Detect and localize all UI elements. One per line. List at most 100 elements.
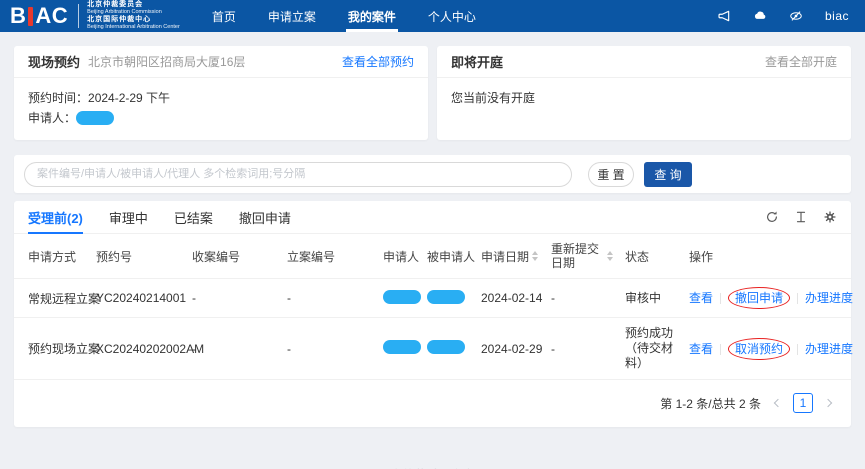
action-progress-link[interactable]: 办理进度 [805, 342, 853, 356]
top-bar-right: biac [717, 0, 865, 32]
nav-item-apply-filing[interactable]: 申请立案 [266, 0, 318, 32]
next-page-icon[interactable] [821, 395, 837, 411]
sort-icon-resubmit-date[interactable] [607, 251, 613, 261]
reservation-applicant-line: 申请人： [28, 108, 414, 128]
hearing-card-head: 即将开庭 查看全部开庭 [437, 46, 851, 78]
tab-pre-acceptance[interactable]: 受理前(2) [28, 201, 83, 233]
upcoming-hearing-card: 即将开庭 查看全部开庭 您当前没有开庭 [437, 46, 851, 140]
megaphone-icon[interactable] [717, 9, 731, 23]
action-divider [720, 344, 721, 355]
reservation-time-line: 预约时间： 2024-2-29 下午 [28, 88, 414, 108]
hearing-card-title: 即将开庭 [451, 52, 503, 71]
cell-applicant [377, 318, 421, 380]
cell-filing-no: - [281, 279, 377, 318]
search-card: 重 置 查 询 [14, 155, 851, 193]
cell-reservation-no: XC20240202002AM [90, 318, 186, 380]
tab-in-trial[interactable]: 审理中 [109, 201, 148, 233]
cell-resubmit-date: - [545, 318, 619, 380]
cell-filing-no: - [281, 318, 377, 380]
cell-respondent [421, 318, 475, 380]
col-apply-date-label: 申请日期 [481, 248, 529, 265]
logo-letter-b: B [10, 5, 26, 27]
username[interactable]: biac [825, 9, 849, 23]
redacted-respondent [427, 290, 465, 304]
sort-icon-apply-date[interactable] [532, 251, 538, 261]
action-withdraw-application-link[interactable]: 撤回申请 [735, 291, 783, 305]
nav-item-personal-center[interactable]: 个人中心 [426, 0, 478, 32]
action-view-link[interactable]: 查看 [689, 342, 713, 356]
tab-closed[interactable]: 已结案 [174, 201, 213, 233]
cell-actions: 查看 撤回申请 办理进度 [683, 279, 851, 318]
table-header-row: 申请方式 预约号 收案编号 立案编号 申请人 被申请人 申请日期 重新提交日期 … [14, 234, 851, 279]
pagination-summary: 第 1-2 条/总共 2 条 [660, 395, 761, 412]
cell-reservation-no: YC20240214001 [90, 279, 186, 318]
org-name-en-1: Beijing Arbitration Commission [87, 9, 180, 15]
nav-item-my-cases[interactable]: 我的案件 [346, 0, 398, 32]
reservation-card-head: 现场预约 北京市朝阳区招商局大厦16层 查看全部预约 [14, 46, 428, 78]
reservation-card-title: 现场预约 [28, 52, 80, 71]
redacted-respondent [427, 340, 465, 354]
nav-item-home[interactable]: 首页 [210, 0, 238, 32]
org-name-block: 北京仲裁委员会 Beijing Arbitration Commission 北… [87, 1, 180, 31]
action-cancel-reservation-link[interactable]: 取消预约 [735, 342, 783, 356]
col-apply-method: 申请方式 [14, 234, 90, 279]
case-row-2: 预约现场立案 XC20240202002AM - - 2024-02-29 - … [14, 318, 851, 380]
reservation-address: 北京市朝阳区招商局大厦16层 [88, 53, 245, 70]
message-icon[interactable] [753, 9, 767, 23]
red-highlight-circle: 撤回申请 [728, 287, 790, 309]
action-view-link[interactable]: 查看 [689, 291, 713, 305]
reservation-time-label: 预约时间： [28, 88, 88, 108]
refresh-icon[interactable] [765, 210, 779, 224]
logo-red-i [28, 7, 33, 26]
tab-withdrawn[interactable]: 撤回申请 [239, 201, 291, 233]
col-resubmit-date-label: 重新提交日期 [551, 242, 604, 270]
col-respondent: 被申请人 [421, 234, 475, 279]
col-filing-no: 立案编号 [281, 234, 377, 279]
col-apply-date[interactable]: 申请日期 [475, 234, 545, 279]
eye-off-icon[interactable] [789, 9, 803, 23]
cell-respondent [421, 279, 475, 318]
hearing-card-body: 您当前没有开庭 [437, 78, 851, 108]
cell-apply-date: 2024-02-14 [475, 279, 545, 318]
table-toolbar [765, 201, 837, 233]
col-reservation-no: 预约号 [90, 234, 186, 279]
org-name-zh-1: 北京仲裁委员会 [87, 1, 180, 9]
query-button[interactable]: 查 询 [644, 162, 692, 187]
action-divider [797, 344, 798, 355]
logo-letters-ac: AC [35, 5, 68, 27]
page-number-1[interactable]: 1 [793, 393, 813, 413]
cell-status: 审核中 [619, 279, 683, 318]
col-resubmit-date[interactable]: 重新提交日期 [545, 234, 619, 279]
logo[interactable]: B AC 北京仲裁委员会 Beijing Arbitration Commissi… [0, 0, 180, 32]
case-tabs-bar: 受理前(2) 审理中 已结案 撤回申请 [14, 201, 851, 234]
search-input[interactable] [24, 162, 572, 187]
density-icon[interactable] [794, 210, 808, 224]
red-highlight-circle: 取消预约 [728, 338, 790, 360]
summary-cards-row: 现场预约 北京市朝阳区招商局大厦16层 查看全部预约 预约时间： 2024-2-… [14, 46, 851, 140]
org-name-zh-2: 北京国际仲裁中心 [87, 16, 180, 24]
top-bar: B AC 北京仲裁委员会 Beijing Arbitration Commissi… [0, 0, 865, 32]
reservation-card-body: 预约时间： 2024-2-29 下午 申请人： [14, 78, 428, 128]
action-progress-link[interactable]: 办理进度 [805, 291, 853, 305]
col-receipt-no: 收案编号 [186, 234, 281, 279]
action-divider [720, 293, 721, 304]
case-list-card: 受理前(2) 审理中 已结案 撤回申请 [14, 201, 851, 427]
case-row-1: 常规远程立案 YC20240214001 - - 2024-02-14 - 审核… [14, 279, 851, 318]
view-all-hearings-link[interactable]: 查看全部开庭 [765, 53, 837, 70]
view-all-reservations-link[interactable]: 查看全部预约 [342, 53, 414, 70]
reset-button[interactable]: 重 置 [588, 162, 634, 187]
col-status: 状态 [619, 234, 683, 279]
redacted-applicant [383, 290, 421, 304]
column-settings-icon[interactable] [823, 210, 837, 224]
reservation-applicant-label: 申请人： [28, 108, 76, 128]
cell-status: 预约成功（待交材料） [619, 318, 683, 380]
cell-applicant [377, 279, 421, 318]
col-applicant: 申请人 [377, 234, 421, 279]
col-actions: 操作 [683, 234, 851, 279]
cell-apply-method: 预约现场立案 [14, 318, 90, 380]
cell-receipt-no: - [186, 279, 281, 318]
cell-apply-date: 2024-02-29 [475, 318, 545, 380]
redacted-applicant [383, 340, 421, 354]
onsite-reservation-card: 现场预约 北京市朝阳区招商局大厦16层 查看全部预约 预约时间： 2024-2-… [14, 46, 428, 140]
prev-page-icon[interactable] [769, 395, 785, 411]
